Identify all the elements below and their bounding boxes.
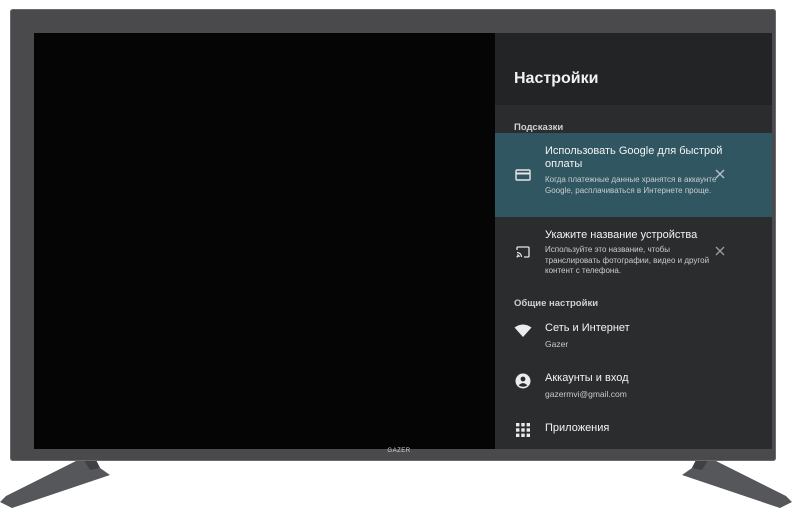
section-label-suggestions: Подсказки [514,122,564,133]
suggestion-title: Укажите название устройства [545,229,698,241]
suggestion-description: Используйте это название, чтобы транслир… [545,245,710,275]
brand-logo: GAZER [387,448,411,454]
settings-item-subtitle: gazermvi@gmail.com [545,389,627,399]
cast-icon [514,243,532,261]
settings-panel: Настройки Подсказки Использовать Google … [495,33,772,449]
settings-item-title: Сеть и Интернет [545,322,630,334]
section-label-general: Общие настройки [514,298,599,309]
settings-header: Настройки [495,33,772,105]
tv-stand-right [682,460,792,508]
apps-grid-icon [514,421,532,439]
dismiss-close-icon[interactable] [714,245,726,257]
settings-item-title: Приложения [545,422,610,434]
wifi-icon [514,322,532,340]
tv-screen: Настройки Подсказки Использовать Google … [34,33,772,449]
tv-frame: Настройки Подсказки Использовать Google … [10,9,776,461]
account-icon [514,372,532,390]
settings-item-network[interactable]: Сеть и Интернет Gazer [495,309,772,359]
tv-stand-left [0,460,110,508]
suggestion-device-name[interactable]: Укажите название устройства Используйте … [495,217,772,289]
credit-card-icon [514,166,532,184]
settings-item-apps[interactable]: Приложения [495,409,772,449]
settings-item-accounts[interactable]: Аккаунты и вход gazermvi@gmail.com [495,359,772,409]
suggestion-google-pay[interactable]: Использовать Google для быстрой оплаты К… [495,133,772,217]
suggestion-title: Использовать Google для быстрой оплаты [545,145,723,170]
settings-item-title: Аккаунты и вход [545,372,629,384]
page-title: Настройки [514,70,599,87]
suggestion-description: Когда платежные данные хранятся в аккаун… [545,175,717,195]
dismiss-close-icon[interactable] [714,168,726,180]
settings-item-subtitle: Gazer [545,339,569,349]
